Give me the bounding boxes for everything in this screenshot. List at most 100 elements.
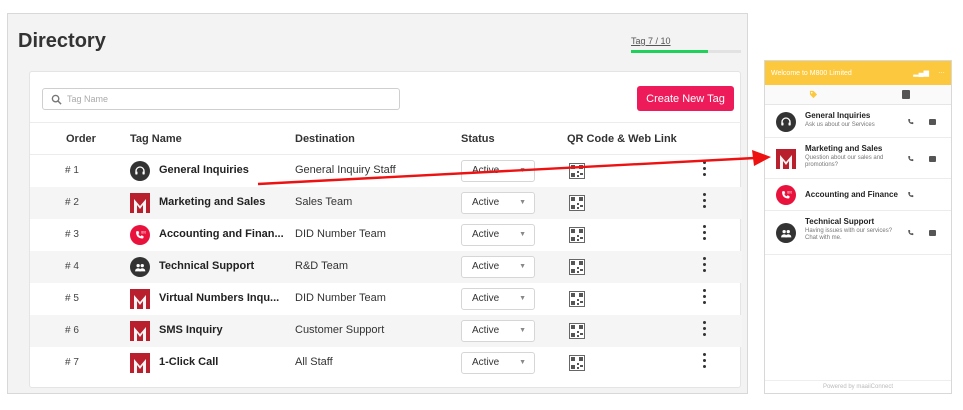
more-options-icon[interactable] xyxy=(700,321,708,341)
status-select[interactable]: Active ▼ xyxy=(461,320,535,342)
chevron-down-icon: ▼ xyxy=(519,199,526,206)
search-box[interactable] xyxy=(42,88,400,110)
status-select[interactable]: Active ▼ xyxy=(461,256,535,278)
phone-icon[interactable] xyxy=(907,191,915,199)
qr-code-icon[interactable] xyxy=(569,163,585,179)
widget-header-text: Welcome to M800 Limited xyxy=(771,69,852,77)
row-icon xyxy=(130,257,150,277)
phone-icon[interactable] xyxy=(907,229,915,237)
row-destination: Customer Support xyxy=(295,324,385,336)
row-order: # 5 xyxy=(65,293,79,304)
status-select[interactable]: Active ▼ xyxy=(461,160,535,182)
row-destination: DID Number Team xyxy=(295,292,386,304)
page-title: Directory xyxy=(18,30,106,52)
more-options-icon[interactable] xyxy=(700,161,708,181)
row-tag-name[interactable]: SMS Inquiry xyxy=(159,324,223,336)
more-options-icon[interactable] xyxy=(700,353,708,373)
row-order: # 2 xyxy=(65,197,79,208)
widget-item-icon xyxy=(776,148,796,169)
widget-item-subtitle: Question about our sales and promotions? xyxy=(805,155,884,168)
more-options-icon[interactable] xyxy=(700,193,708,213)
phone-icon[interactable] xyxy=(907,155,915,163)
qr-code-icon[interactable] xyxy=(569,323,585,339)
row-order: # 1 xyxy=(65,165,79,176)
tag-icon[interactable] xyxy=(809,90,818,99)
progress-fill xyxy=(631,50,708,53)
status-value: Active xyxy=(472,261,500,272)
qr-code-icon[interactable] xyxy=(569,355,585,371)
chat-widget-preview: Welcome to M800 Limited ▂▄▆ … General In… xyxy=(764,60,952,394)
row-order: # 4 xyxy=(65,261,79,272)
headset-icon xyxy=(776,111,796,132)
status-value: Active xyxy=(472,197,500,208)
more-options-icon[interactable] xyxy=(700,257,708,277)
m800-logo-icon xyxy=(130,321,150,341)
table-row: # 3 800 Accounting and Finan... DID Numb… xyxy=(30,219,742,251)
chat-icon[interactable] xyxy=(929,118,936,125)
directory-panel: Directory Tag 7 / 10 Create New Tag Orde… xyxy=(7,13,748,394)
group-icon xyxy=(776,223,796,243)
qr-code-icon[interactable] xyxy=(569,195,585,211)
qr-code-icon[interactable] xyxy=(569,259,585,275)
chat-icon[interactable] xyxy=(929,230,936,236)
header-tag-name: Tag Name xyxy=(130,133,182,145)
widget-tag-item[interactable]: 800 Accounting and Finance xyxy=(765,179,951,211)
row-destination: Sales Team xyxy=(295,196,353,208)
qr-code-icon[interactable] xyxy=(569,227,585,243)
contact-book-icon[interactable] xyxy=(902,90,910,99)
chevron-down-icon: ▼ xyxy=(519,231,526,238)
row-icon: 800 xyxy=(130,225,150,245)
chevron-down-icon: ▼ xyxy=(519,359,526,366)
search-input[interactable] xyxy=(67,94,387,104)
table-row: # 5 Virtual Numbers Inqu... DID Number T… xyxy=(30,283,742,315)
status-select[interactable]: Active ▼ xyxy=(461,288,535,310)
chevron-down-icon: ▼ xyxy=(519,167,526,174)
widget-item-title: Marketing and Sales xyxy=(805,144,883,153)
row-tag-name[interactable]: 1-Click Call xyxy=(159,356,218,368)
more-icon[interactable]: … xyxy=(938,68,945,75)
row-destination: All Staff xyxy=(295,356,333,368)
more-options-icon[interactable] xyxy=(700,289,708,309)
tag-table: Order Tag Name Destination Status QR Cod… xyxy=(30,122,742,379)
table-header: Order Tag Name Destination Status QR Cod… xyxy=(30,122,742,155)
widget-tag-item[interactable]: Marketing and Sales Question about our s… xyxy=(765,138,951,179)
row-order: # 3 xyxy=(65,229,79,240)
row-tag-name[interactable]: Marketing and Sales xyxy=(159,196,265,208)
status-select[interactable]: Active ▼ xyxy=(461,192,535,214)
widget-tag-item[interactable]: Technical Support Having issues with our… xyxy=(765,211,951,255)
status-value: Active xyxy=(472,293,500,304)
table-body: # 1 General Inquiries General Inquiry St… xyxy=(30,155,742,379)
status-select[interactable]: Active ▼ xyxy=(461,224,535,246)
chevron-down-icon: ▼ xyxy=(519,327,526,334)
row-icon xyxy=(130,353,150,373)
widget-tabs xyxy=(765,85,951,105)
table-row: # 2 Marketing and Sales Sales Team Activ… xyxy=(30,187,742,219)
status-select[interactable]: Active ▼ xyxy=(461,352,535,374)
phone-icon[interactable] xyxy=(907,118,915,126)
phone-800-icon: 800 xyxy=(130,225,150,245)
widget-tag-item[interactable]: General Inquiries Ask us about our Servi… xyxy=(765,105,951,138)
row-tag-name[interactable]: Virtual Numbers Inqu... xyxy=(159,292,279,304)
widget-header: Welcome to M800 Limited ▂▄▆ … xyxy=(765,61,951,85)
svg-text:800: 800 xyxy=(141,230,146,234)
status-value: Active xyxy=(472,325,500,336)
row-tag-name[interactable]: General Inquiries xyxy=(159,164,249,176)
create-new-tag-button[interactable]: Create New Tag xyxy=(637,86,734,111)
widget-item-title: Accounting and Finance xyxy=(805,190,898,199)
row-tag-name[interactable]: Accounting and Finan... xyxy=(159,228,284,240)
more-options-icon[interactable] xyxy=(700,225,708,245)
widget-item-icon xyxy=(776,223,796,243)
widget-item-icon: 800 xyxy=(776,185,796,205)
table-row: # 1 General Inquiries General Inquiry St… xyxy=(30,155,742,187)
chat-icon[interactable] xyxy=(929,155,936,162)
row-destination: R&D Team xyxy=(295,260,348,272)
headset-icon xyxy=(130,161,150,181)
signal-icon: ▂▄▆ xyxy=(913,70,929,77)
row-tag-name[interactable]: Technical Support xyxy=(159,260,254,272)
row-icon xyxy=(130,193,150,213)
m800-logo-icon xyxy=(776,148,796,169)
widget-item-icon xyxy=(776,111,796,132)
chevron-down-icon: ▼ xyxy=(519,263,526,270)
row-icon xyxy=(130,289,150,309)
qr-code-icon[interactable] xyxy=(569,291,585,307)
